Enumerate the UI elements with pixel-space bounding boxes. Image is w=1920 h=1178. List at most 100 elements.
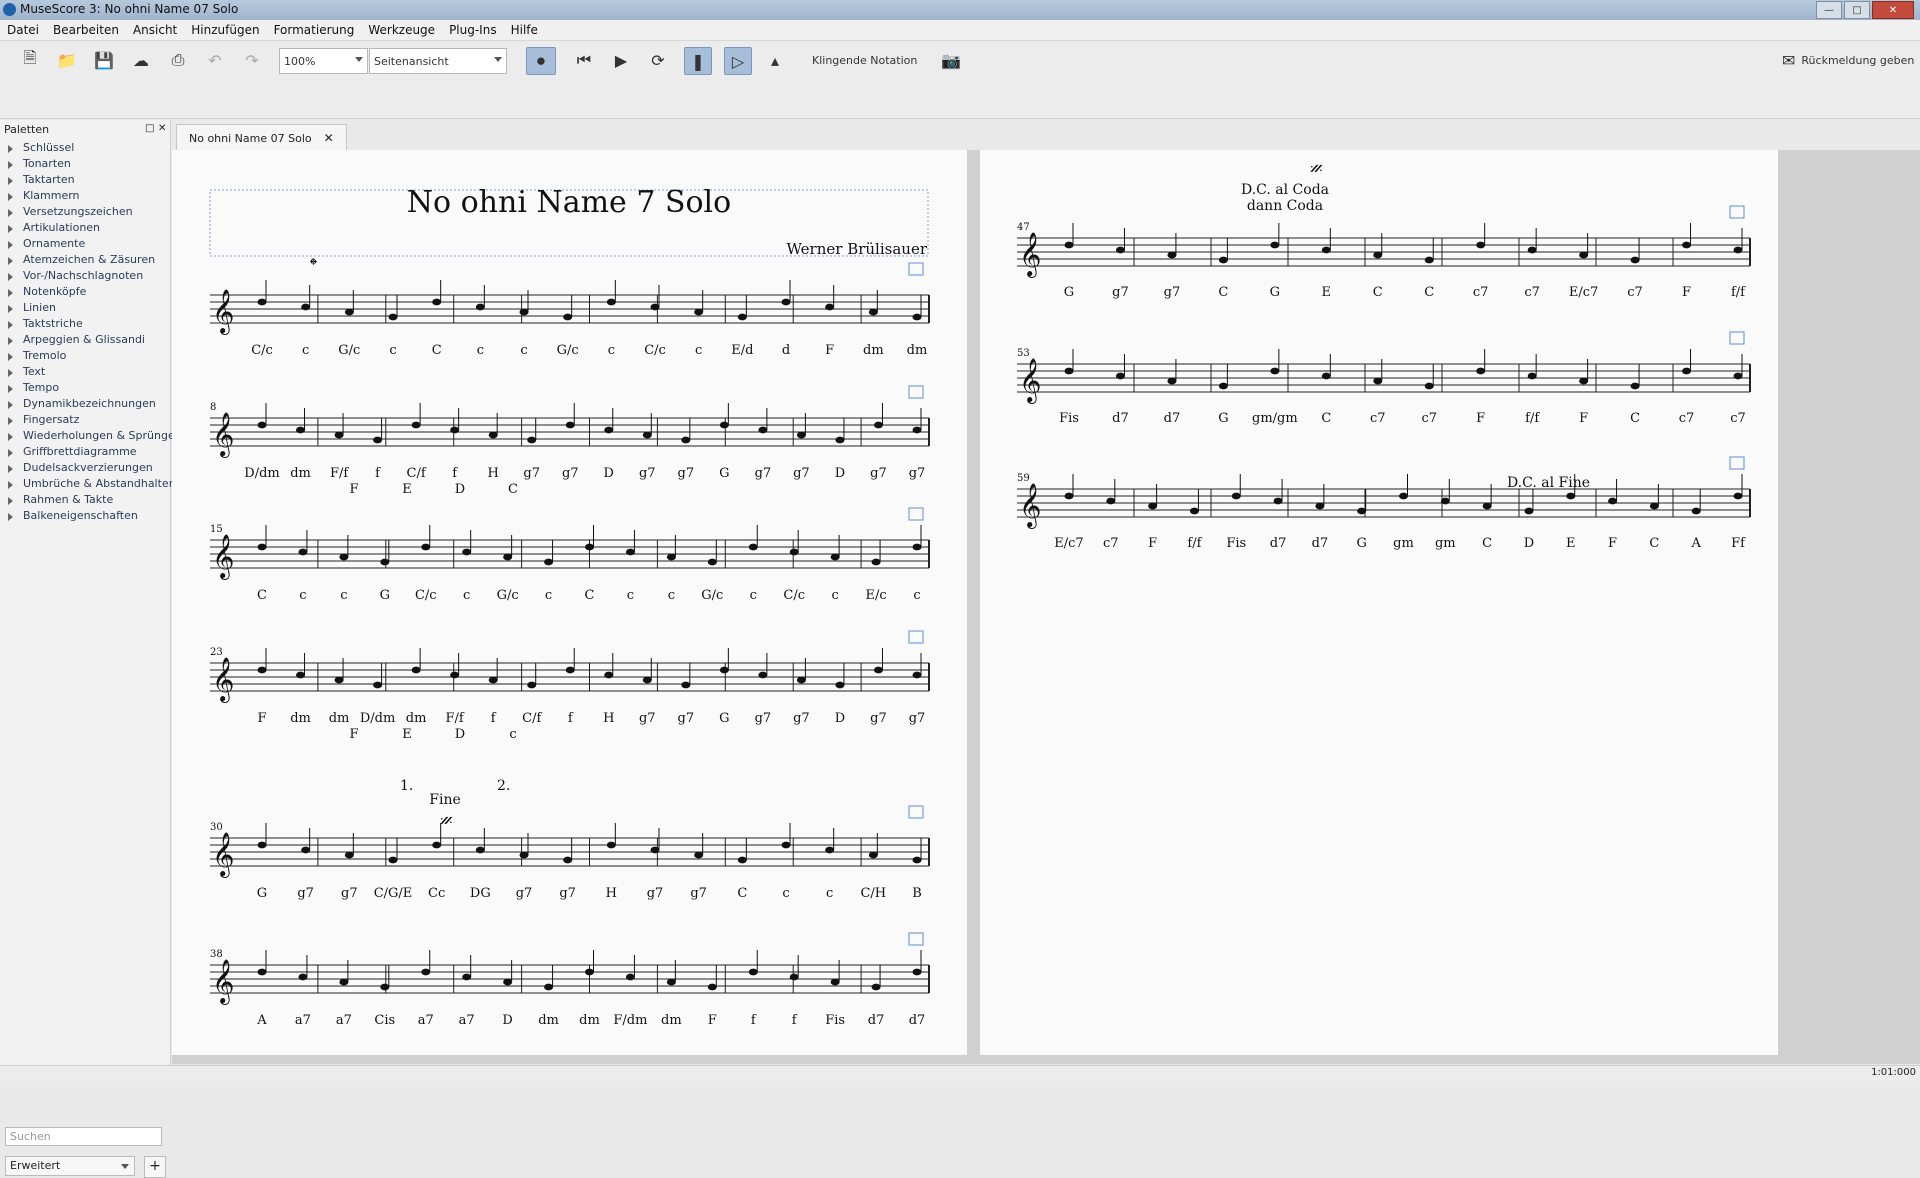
chord-symbol[interactable]: d7: [1164, 411, 1181, 426]
chord-symbol[interactable]: g7: [559, 886, 576, 901]
note-head[interactable]: [719, 666, 729, 674]
chord-symbol[interactable]: G: [719, 466, 729, 481]
chord-symbol[interactable]: H: [606, 886, 617, 901]
note-head[interactable]: [604, 671, 614, 679]
tab-score[interactable]: No ohni Name 07 Solo ✕: [176, 124, 347, 151]
chord-symbol-bass[interactable]: C: [508, 482, 518, 497]
note-head[interactable]: [544, 983, 554, 991]
note-head[interactable]: [912, 543, 922, 551]
note-head[interactable]: [1424, 382, 1434, 390]
note-head[interactable]: [1357, 507, 1367, 515]
staff-system[interactable]: 𝄞 G g7 g7 C/G/E Cc DG g7 g7 Hg7 g7 Cc c C/H B 30: [210, 805, 930, 901]
chord-symbol[interactable]: C/G/E: [374, 886, 413, 901]
chord-symbol[interactable]: C/c: [415, 588, 437, 603]
chord-symbol[interactable]: d7: [1270, 536, 1287, 551]
palette-item-tremolo[interactable]: Tremolo: [0, 349, 175, 365]
note-head[interactable]: [912, 856, 922, 864]
note-head[interactable]: [373, 436, 383, 444]
note-head[interactable]: [301, 303, 311, 311]
note-head[interactable]: [1064, 367, 1074, 375]
chord-symbol[interactable]: f: [568, 711, 574, 726]
chord-symbol[interactable]: c: [608, 343, 615, 358]
chord-symbol[interactable]: C/f: [522, 711, 542, 726]
note-input-icon[interactable]: ⚫: [526, 47, 556, 75]
note-head[interactable]: [1064, 492, 1074, 500]
chord-symbol[interactable]: f/f: [1187, 536, 1202, 551]
play-icon[interactable]: ▶: [608, 47, 634, 73]
note-head[interactable]: [527, 436, 537, 444]
menu-datei[interactable]: Datei: [0, 20, 46, 40]
chord-symbol[interactable]: c: [302, 343, 309, 358]
note-head[interactable]: [1167, 377, 1177, 385]
note-head[interactable]: [344, 851, 354, 859]
chord-symbol[interactable]: D: [1524, 536, 1534, 551]
chord-symbol[interactable]: D: [835, 466, 845, 481]
note-head[interactable]: [565, 666, 575, 674]
note-head[interactable]: [544, 558, 554, 566]
chord-symbol[interactable]: c: [627, 588, 634, 603]
note-head[interactable]: [1579, 251, 1589, 259]
note-head[interactable]: [1476, 367, 1486, 375]
chord-symbol-bass[interactable]: D: [455, 482, 465, 497]
palette-item-artikulationen[interactable]: Artikulationen: [0, 221, 175, 237]
note-head[interactable]: [1682, 241, 1692, 249]
chord-symbol[interactable]: H: [488, 466, 499, 481]
note-head[interactable]: [781, 841, 791, 849]
palette-item-arpeggien[interactable]: Arpeggien & Glissandi: [0, 333, 175, 349]
chord-symbol[interactable]: dm: [661, 1013, 682, 1028]
note-head[interactable]: [1649, 502, 1659, 510]
note-head[interactable]: [1106, 497, 1116, 505]
note-head[interactable]: [1682, 367, 1692, 375]
note-head[interactable]: [707, 558, 717, 566]
chord-symbol[interactable]: C: [257, 588, 267, 603]
note-head[interactable]: [871, 558, 881, 566]
redo-icon[interactable]: ↷: [239, 47, 265, 73]
chord-symbol[interactable]: Fis: [1059, 411, 1079, 426]
note-head[interactable]: [411, 666, 421, 674]
note-head[interactable]: [1148, 502, 1158, 510]
chord-symbol[interactable]: f: [491, 711, 497, 726]
system-break-icon[interactable]: [1729, 456, 1745, 470]
note-head[interactable]: [475, 846, 485, 854]
note-head[interactable]: [519, 308, 529, 316]
system-break-icon[interactable]: [908, 805, 924, 819]
note-head[interactable]: [796, 676, 806, 684]
palette-item-klammern[interactable]: Klammern: [0, 189, 175, 205]
chord-symbol[interactable]: C/c: [783, 588, 805, 603]
score-page-1[interactable]: No ohni Name 7 Solo Werner Brülisauer Fi…: [172, 150, 967, 1055]
note-head[interactable]: [257, 298, 267, 306]
note-head[interactable]: [1321, 246, 1331, 254]
note-head[interactable]: [1270, 367, 1280, 375]
chord-symbol[interactable]: f: [375, 466, 381, 481]
note-head[interactable]: [432, 841, 442, 849]
staff-system[interactable]: 𝄞 C/c c G/c c Cc c G/c c C/c c E/d d Fdm dm: [210, 262, 930, 358]
system-break-icon[interactable]: [1729, 331, 1745, 345]
note-head[interactable]: [871, 983, 881, 991]
upload-cloud-icon[interactable]: ☁: [128, 47, 154, 73]
chord-symbol[interactable]: G: [257, 886, 267, 901]
staff-system[interactable]: 𝄞 Fis d7 d7 Ggm/gm Cc7 c7 Ff/f F Cc7 c7 53: [1017, 331, 1751, 426]
note-head[interactable]: [1424, 256, 1434, 264]
note-head[interactable]: [450, 671, 460, 679]
chord-symbol[interactable]: gm/gm: [1252, 411, 1298, 426]
system-break-icon[interactable]: [908, 385, 924, 399]
note-head[interactable]: [1115, 246, 1125, 254]
note-head[interactable]: [344, 308, 354, 316]
chord-symbol[interactable]: F/f: [446, 711, 465, 726]
loop-out-icon[interactable]: ▷: [724, 47, 752, 75]
note-head[interactable]: [296, 426, 306, 434]
close-icon[interactable]: ✕: [158, 123, 166, 134]
chord-symbol[interactable]: g7: [909, 466, 926, 481]
chord-symbol[interactable]: F: [1148, 536, 1157, 551]
chord-symbol[interactable]: dm: [863, 343, 884, 358]
note-head[interactable]: [380, 983, 390, 991]
chord-symbol[interactable]: g7: [755, 466, 772, 481]
chord-symbol[interactable]: d7: [1112, 411, 1129, 426]
chord-symbol[interactable]: C: [1321, 411, 1331, 426]
note-head[interactable]: [719, 421, 729, 429]
note-head[interactable]: [1373, 251, 1383, 259]
chord-symbol[interactable]: G: [1218, 411, 1228, 426]
note-head[interactable]: [585, 543, 594, 551]
chord-symbol[interactable]: G/c: [497, 588, 519, 603]
chord-symbol[interactable]: a7: [336, 1013, 352, 1028]
